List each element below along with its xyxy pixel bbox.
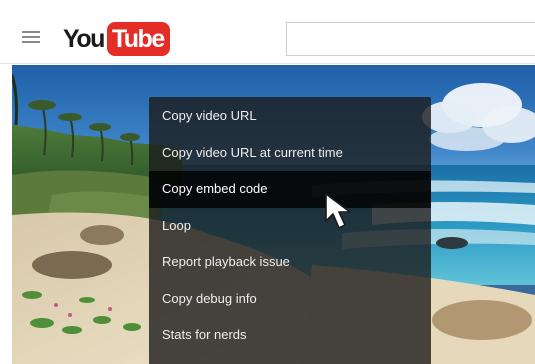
menu-item-copy-embed-code[interactable]: Copy embed code <box>149 171 431 208</box>
menu-item-copy-video-url[interactable]: Copy video URL <box>149 98 431 135</box>
player-context-menu: Copy video URL Copy video URL at current… <box>149 97 431 364</box>
menu-item-stats-for-nerds[interactable]: Stats for nerds <box>149 317 431 354</box>
menu-item-report-playback-issue[interactable]: Report playback issue <box>149 244 431 281</box>
masthead: You Tube <box>0 0 535 64</box>
menu-item-copy-debug-info[interactable]: Copy debug info <box>149 281 431 318</box>
hamburger-icon[interactable] <box>22 31 40 45</box>
mouse-cursor-icon <box>325 193 351 229</box>
search-input[interactable] <box>286 22 535 56</box>
logo-you-text: You <box>63 25 105 53</box>
logo-tube-badge: Tube <box>106 22 170 56</box>
youtube-window: You Tube Copy video URL Copy video URL a… <box>0 0 535 364</box>
youtube-logo[interactable]: You Tube <box>63 22 170 56</box>
menu-item-loop[interactable]: Loop <box>149 208 431 245</box>
menu-item-copy-url-at-time[interactable]: Copy video URL at current time <box>149 135 431 172</box>
